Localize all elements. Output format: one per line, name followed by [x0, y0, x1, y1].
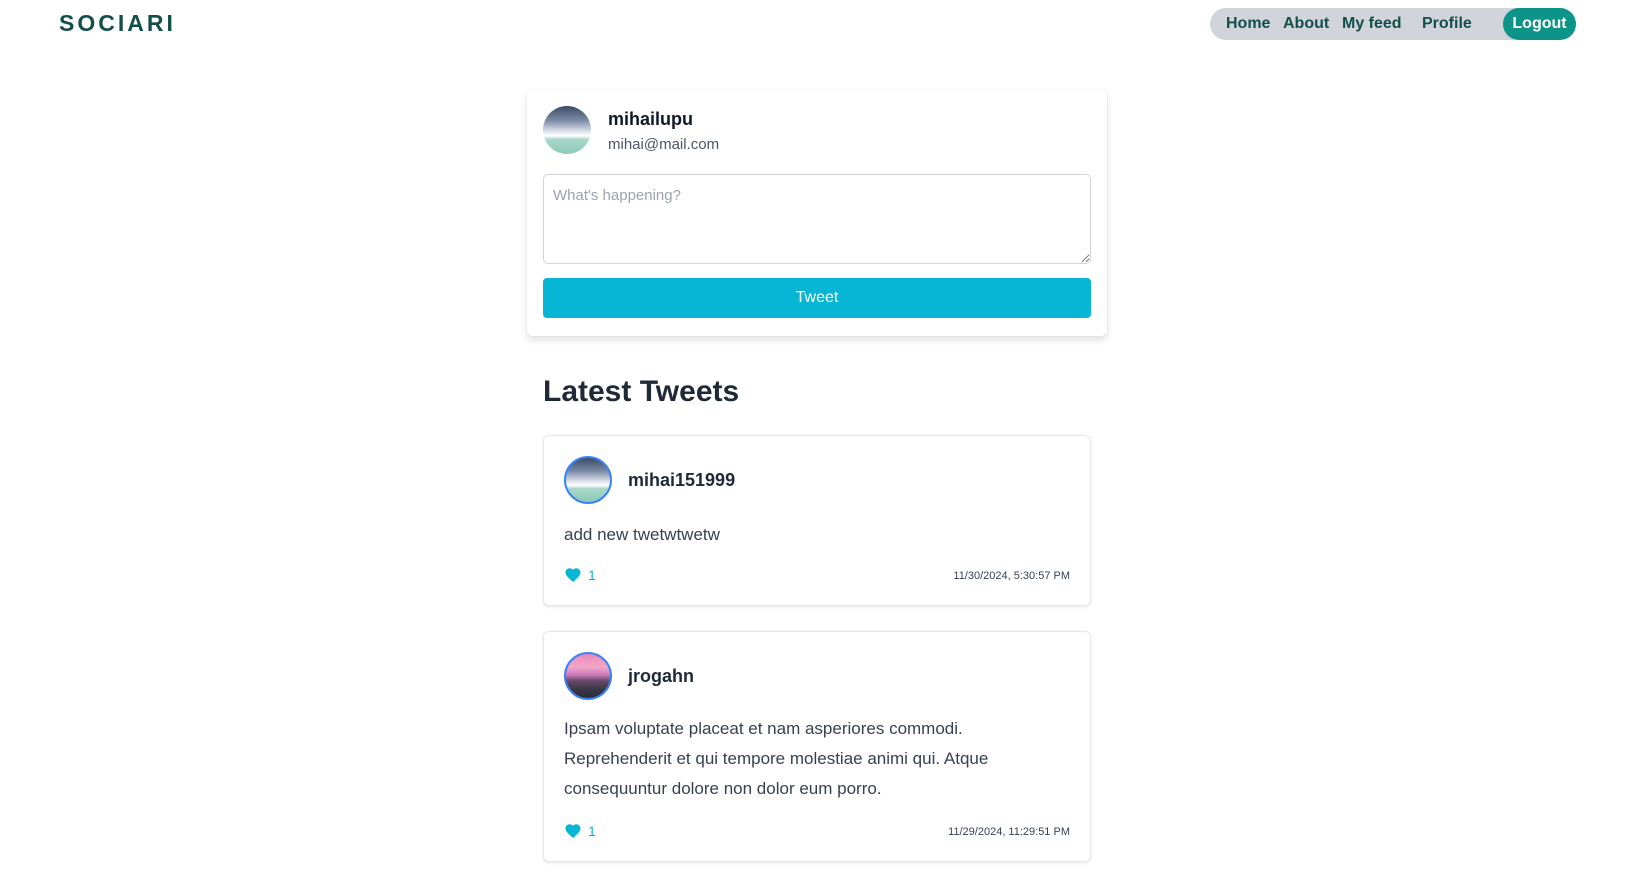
nav-home-link[interactable]: Home: [1226, 15, 1270, 33]
nav-my-feed-link[interactable]: My feed: [1342, 15, 1402, 33]
tweet-card: jrogahn Ipsam voluptate placeat et nam a…: [543, 631, 1091, 862]
tweet-timestamp: 11/29/2024, 11:29:51 PM: [948, 826, 1070, 838]
like-count: 1: [588, 823, 596, 839]
logout-button[interactable]: Logout: [1503, 8, 1576, 40]
tweet-author-name[interactable]: mihai151999: [628, 470, 735, 491]
tweet-author-name[interactable]: jrogahn: [628, 666, 694, 687]
tweet-author-avatar[interactable]: [564, 652, 612, 700]
nav-profile-link[interactable]: Profile: [1422, 15, 1472, 33]
brand-logo[interactable]: SOCIARI: [59, 10, 176, 37]
tweet-card: mihai151999 add new twetwtwetw 1 11/30/2…: [543, 435, 1091, 606]
top-header: SOCIARI Home About My feed Profile Logou…: [0, 0, 1632, 50]
like-button[interactable]: 1: [564, 822, 596, 840]
tweet-text: add new twetwtwetw: [564, 525, 720, 544]
latest-tweets-heading: Latest Tweets: [543, 375, 740, 408]
tweet-button[interactable]: Tweet: [543, 278, 1091, 318]
main-nav: Home About My feed Profile Logout: [1210, 8, 1576, 40]
tweet-timestamp: 11/30/2024, 5:30:57 PM: [953, 570, 1070, 582]
current-user-avatar[interactable]: [543, 106, 591, 154]
current-username: mihailupu: [608, 109, 693, 129]
tweet-author-avatar[interactable]: [564, 456, 612, 504]
heart-icon: [565, 824, 581, 839]
tweet-text: Ipsam voluptate placeat et nam asperiore…: [564, 719, 989, 798]
heart-icon: [565, 568, 581, 583]
like-count: 1: [588, 567, 596, 583]
current-user-email: mihai@mail.com: [608, 136, 720, 153]
nav-about-link[interactable]: About: [1283, 15, 1329, 33]
compose-card: mihailupu mihai@mail.com Tweet: [527, 90, 1107, 336]
tweet-input[interactable]: [543, 174, 1091, 264]
like-button[interactable]: 1: [564, 566, 596, 584]
